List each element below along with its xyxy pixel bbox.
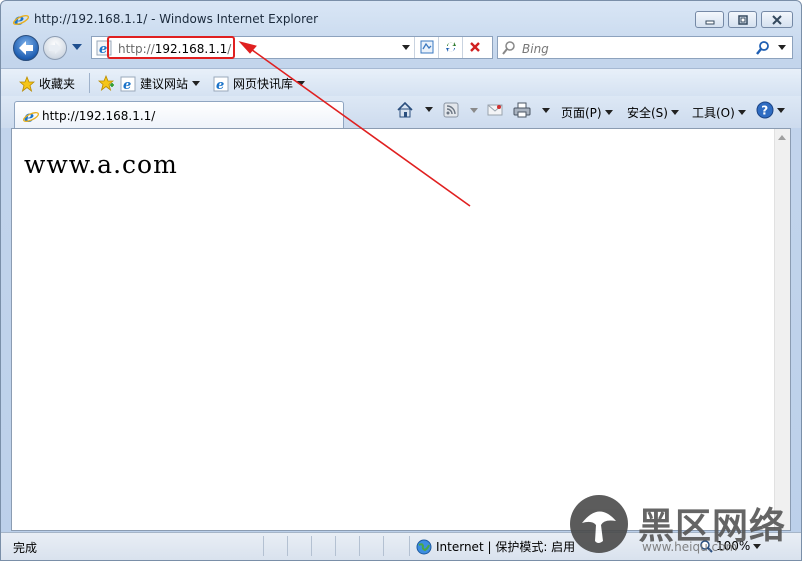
svg-text:?: ? — [761, 104, 768, 118]
watermark-subtext: www.heiqu.com — [642, 540, 738, 554]
rss-feed-icon — [443, 102, 459, 118]
address-dropdown-icon[interactable] — [402, 45, 410, 50]
status-text: 完成 — [13, 541, 38, 555]
favorites-star-icon — [19, 75, 35, 92]
title-bar: e http://192.168.1.1/ - Windows Internet… — [1, 1, 801, 33]
restore-icon — [738, 15, 748, 25]
tab-current[interactable]: e http://192.168.1.1/ — [14, 101, 344, 128]
minimize-button[interactable] — [695, 11, 724, 28]
print-button[interactable] — [513, 102, 550, 118]
compatibility-view-icon — [420, 40, 434, 54]
chevron-down-icon[interactable] — [425, 107, 433, 112]
favorites-button[interactable]: 收藏夹 — [19, 75, 75, 92]
status-cell — [263, 536, 287, 556]
tools-menu[interactable]: 工具(O) — [692, 104, 746, 121]
chevron-down-icon — [297, 81, 306, 86]
security-zone[interactable]: Internet | 保护模式: 启用 — [416, 538, 575, 555]
add-favorite-star-icon — [97, 75, 115, 91]
tab-command-bar: e http://192.168.1.1/ 页面(P) 安全(S) 工具(O) … — [1, 96, 801, 128]
compatibility-view-button[interactable] — [414, 37, 438, 58]
status-cell — [359, 536, 383, 556]
safety-menu-label: 安全(S) — [627, 106, 668, 120]
svg-text:e: e — [216, 78, 224, 92]
refresh-button[interactable] — [438, 37, 462, 58]
page-menu-label: 页面(P) — [561, 106, 602, 120]
status-cell — [335, 536, 359, 556]
help-icon: ? — [756, 101, 774, 119]
chevron-down-icon[interactable] — [542, 107, 550, 113]
refresh-icon — [446, 42, 456, 52]
globe-icon — [416, 539, 432, 554]
search-icon[interactable] — [756, 41, 770, 55]
search-placeholder: Bing — [522, 42, 549, 56]
chevron-down-icon — [737, 110, 746, 115]
ie-page-icon: e — [23, 108, 39, 124]
ie-page-icon: e — [120, 76, 136, 92]
url-highlight-annotation — [107, 36, 235, 59]
forward-button[interactable] — [43, 36, 67, 60]
watermark-logo: 黑区网络 www.heiqu.com — [570, 493, 798, 555]
window-title: http://192.168.1.1/ - Windows Internet E… — [34, 12, 319, 26]
back-arrow-icon — [19, 41, 33, 55]
chevron-down-icon — [604, 110, 613, 115]
page-menu[interactable]: 页面(P) — [561, 104, 613, 121]
stop-icon — [470, 42, 480, 52]
mail-icon — [487, 104, 503, 116]
recent-pages-dropdown-icon[interactable] — [72, 44, 82, 50]
help-button[interactable]: ? — [756, 101, 785, 119]
scroll-up-arrow-icon[interactable] — [778, 135, 786, 140]
web-slice-gallery-link[interactable]: e 网页快讯库 — [213, 75, 306, 92]
suggested-sites-link[interactable]: e 建议网站 — [120, 75, 201, 92]
tools-menu-label: 工具(O) — [692, 106, 735, 120]
page-content: www.a.com — [11, 128, 791, 531]
browser-window: e http://192.168.1.1/ - Windows Internet… — [0, 0, 802, 561]
chevron-down-icon — [670, 110, 679, 115]
print-icon — [513, 102, 531, 118]
add-to-favorites-bar-button[interactable] — [97, 75, 115, 91]
search-dropdown-icon[interactable] — [778, 45, 786, 50]
chevron-down-icon — [192, 81, 201, 86]
feeds-button[interactable] — [443, 102, 478, 118]
home-button[interactable] — [396, 101, 433, 118]
page-body-text: www.a.com — [24, 150, 178, 179]
security-zone-label: Internet | 保护模式: 启用 — [436, 540, 576, 554]
chevron-down-icon — [777, 107, 785, 113]
read-mail-button[interactable] — [487, 103, 503, 117]
ie-logo-icon: e — [13, 11, 29, 27]
status-cell — [383, 536, 407, 556]
favorites-bar: 收藏夹 e 建议网站 e 网页快讯库 — [1, 68, 801, 96]
chevron-down-icon[interactable] — [470, 107, 478, 113]
status-cell — [311, 536, 335, 556]
caption-buttons — [695, 11, 793, 28]
search-provider-icon — [502, 41, 515, 55]
favorites-label: 收藏夹 — [39, 77, 76, 91]
home-icon — [397, 101, 413, 118]
close-icon — [772, 15, 782, 25]
tab-label: http://192.168.1.1/ — [42, 109, 156, 123]
status-cell — [287, 536, 311, 556]
restore-button[interactable] — [728, 11, 757, 28]
safety-menu[interactable]: 安全(S) — [627, 104, 679, 121]
ie-page-icon: e — [213, 76, 229, 92]
vertical-scrollbar[interactable] — [774, 129, 790, 530]
svg-text:e: e — [123, 78, 131, 92]
close-button[interactable] — [761, 11, 793, 28]
web-slice-gallery-label: 网页快讯库 — [233, 77, 294, 91]
watermark-mushroom-icon — [570, 495, 628, 553]
favorites-divider — [89, 73, 90, 93]
back-button[interactable] — [13, 35, 39, 61]
forward-arrow-icon — [49, 42, 61, 54]
stop-button[interactable] — [462, 37, 486, 58]
search-box[interactable]: Bing — [497, 36, 793, 59]
minimize-icon — [705, 20, 715, 25]
suggested-sites-label: 建议网站 — [140, 77, 189, 91]
